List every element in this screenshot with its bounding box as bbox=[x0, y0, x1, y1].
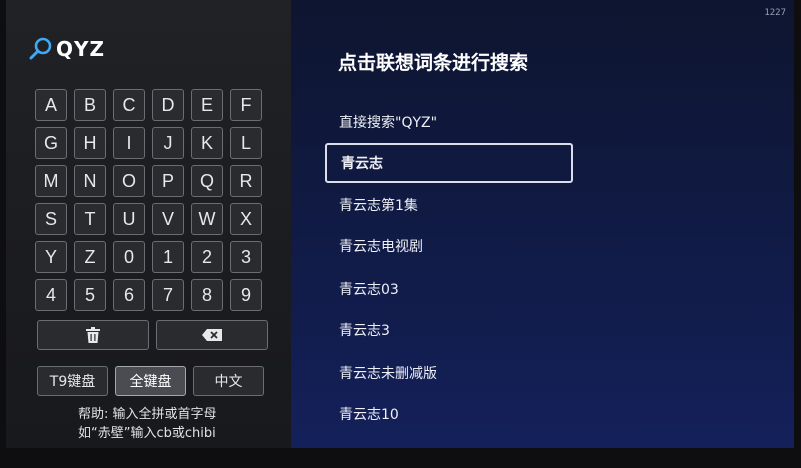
key-6[interactable]: 6 bbox=[113, 279, 145, 311]
key-q[interactable]: Q bbox=[191, 165, 223, 197]
key-7[interactable]: 7 bbox=[152, 279, 184, 311]
key-w[interactable]: W bbox=[191, 203, 223, 235]
suggestion-item[interactable]: 青云志10 bbox=[325, 394, 573, 434]
chinese-tab[interactable]: 中文 bbox=[193, 366, 264, 396]
key-x[interactable]: X bbox=[230, 203, 262, 235]
letter-number-keyboard: ABCDEF GHIJKL MNOPQR STUVWX YZ0123 456789 bbox=[35, 89, 262, 311]
key-8[interactable]: 8 bbox=[191, 279, 223, 311]
trash-icon bbox=[86, 327, 100, 343]
help-text: 帮助: 输入全拼或首字母 如“赤壁”输入cb或chibi bbox=[78, 405, 217, 443]
full-keyboard-tab[interactable]: 全键盘 bbox=[115, 366, 186, 396]
key-l[interactable]: L bbox=[230, 127, 262, 159]
key-h[interactable]: H bbox=[74, 127, 106, 159]
tv-screen: QYZ ABCDEF GHIJKL MNOPQR STUVWX YZ0123 456789 bbox=[6, 0, 794, 448]
key-4[interactable]: 4 bbox=[35, 279, 67, 311]
suggestion-item[interactable]: 青云志第1集 bbox=[325, 185, 573, 225]
key-j[interactable]: J bbox=[152, 127, 184, 159]
clear-button[interactable] bbox=[37, 320, 149, 350]
key-a[interactable]: A bbox=[35, 89, 67, 121]
keyboard-mode-tabs: T9键盘 全键盘 中文 bbox=[37, 366, 264, 396]
key-i[interactable]: I bbox=[113, 127, 145, 159]
key-e[interactable]: E bbox=[191, 89, 223, 121]
key-y[interactable]: Y bbox=[35, 241, 67, 273]
backspace-button[interactable] bbox=[156, 320, 268, 350]
key-t[interactable]: T bbox=[74, 203, 106, 235]
key-k[interactable]: K bbox=[191, 127, 223, 159]
suggestion-item[interactable]: 青云志03 bbox=[325, 269, 573, 309]
corner-label: 1227 bbox=[764, 8, 786, 18]
key-p[interactable]: P bbox=[152, 165, 184, 197]
t9-keyboard-tab[interactable]: T9键盘 bbox=[37, 366, 108, 396]
keyboard-actions bbox=[37, 320, 268, 350]
key-b[interactable]: B bbox=[74, 89, 106, 121]
key-v[interactable]: V bbox=[152, 203, 184, 235]
key-5[interactable]: 5 bbox=[74, 279, 106, 311]
key-9[interactable]: 9 bbox=[230, 279, 262, 311]
panel-title: 点击联想词条进行搜索 bbox=[338, 52, 529, 74]
key-z[interactable]: Z bbox=[74, 241, 106, 273]
keyboard-panel: QYZ ABCDEF GHIJKL MNOPQR STUVWX YZ0123 456789 bbox=[6, 0, 291, 448]
search-query: QYZ bbox=[56, 37, 105, 61]
suggestion-item[interactable]: 青云志未删减版 bbox=[325, 353, 573, 393]
suggestion-item[interactable]: 青云志电视剧 bbox=[325, 226, 573, 266]
key-s[interactable]: S bbox=[35, 203, 67, 235]
key-o[interactable]: O bbox=[113, 165, 145, 197]
key-1[interactable]: 1 bbox=[152, 241, 184, 273]
key-d[interactable]: D bbox=[152, 89, 184, 121]
direct-search-item[interactable]: 直接搜索"QYZ" bbox=[325, 102, 573, 142]
key-r[interactable]: R bbox=[230, 165, 262, 197]
key-u[interactable]: U bbox=[113, 203, 145, 235]
search-icon bbox=[29, 37, 52, 60]
help-line-1: 帮助: 输入全拼或首字母 bbox=[78, 407, 217, 422]
key-3[interactable]: 3 bbox=[230, 241, 262, 273]
key-g[interactable]: G bbox=[35, 127, 67, 159]
key-0[interactable]: 0 bbox=[113, 241, 145, 273]
help-line-2: 如“赤壁”输入cb或chibi bbox=[78, 426, 216, 441]
suggestion-item[interactable]: 青云志 bbox=[325, 143, 573, 183]
search-bar: QYZ bbox=[28, 36, 105, 62]
key-m[interactable]: M bbox=[35, 165, 67, 197]
suggestion-item[interactable]: 青云志3 bbox=[325, 310, 573, 350]
key-f[interactable]: F bbox=[230, 89, 262, 121]
key-n[interactable]: N bbox=[74, 165, 106, 197]
backspace-icon bbox=[202, 329, 222, 341]
key-c[interactable]: C bbox=[113, 89, 145, 121]
key-2[interactable]: 2 bbox=[191, 241, 223, 273]
